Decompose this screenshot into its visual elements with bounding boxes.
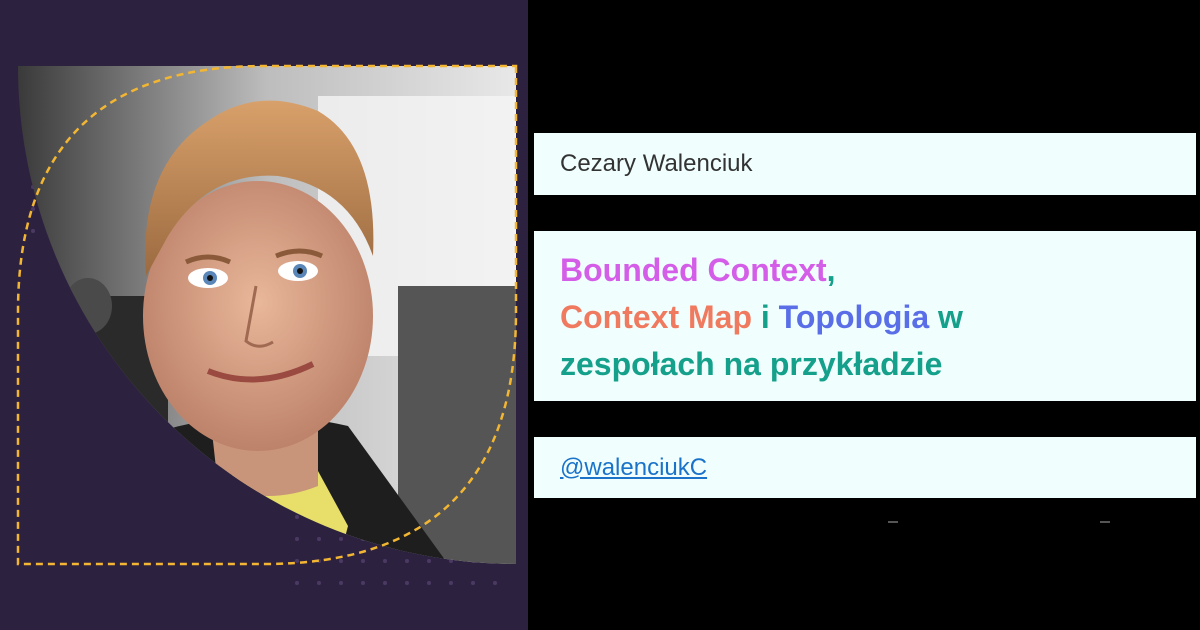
title-zespolach: zespołach na przykładzie bbox=[560, 346, 943, 382]
title-bounded-context: Bounded Context bbox=[560, 252, 827, 288]
decor-mark bbox=[1100, 521, 1110, 523]
dashed-frame-border bbox=[16, 64, 518, 566]
twitter-handle-link[interactable]: @walenciukC bbox=[560, 454, 707, 482]
talk-title-card: Bounded Context, Context Map i Topologia… bbox=[534, 231, 1196, 401]
right-panel: Cezary Walenciuk Bounded Context, Contex… bbox=[528, 0, 1200, 630]
talk-title-line-2: Context Map i Topologia w bbox=[560, 294, 1170, 341]
handle-card: @walenciukC bbox=[534, 437, 1196, 498]
talk-title-line-1: Bounded Context, bbox=[560, 247, 1170, 294]
title-connector: i bbox=[752, 299, 779, 335]
decor-mark bbox=[888, 521, 898, 523]
title-w: w bbox=[929, 299, 963, 335]
speaker-name: Cezary Walenciuk bbox=[560, 150, 753, 177]
title-context-map: Context Map bbox=[560, 299, 752, 335]
speaker-name-card: Cezary Walenciuk bbox=[534, 133, 1196, 195]
left-panel bbox=[0, 0, 528, 630]
title-topologia: Topologia bbox=[778, 299, 930, 335]
title-comma: , bbox=[826, 252, 836, 288]
talk-title-line-3: zespołach na przykładzie bbox=[560, 341, 1170, 388]
